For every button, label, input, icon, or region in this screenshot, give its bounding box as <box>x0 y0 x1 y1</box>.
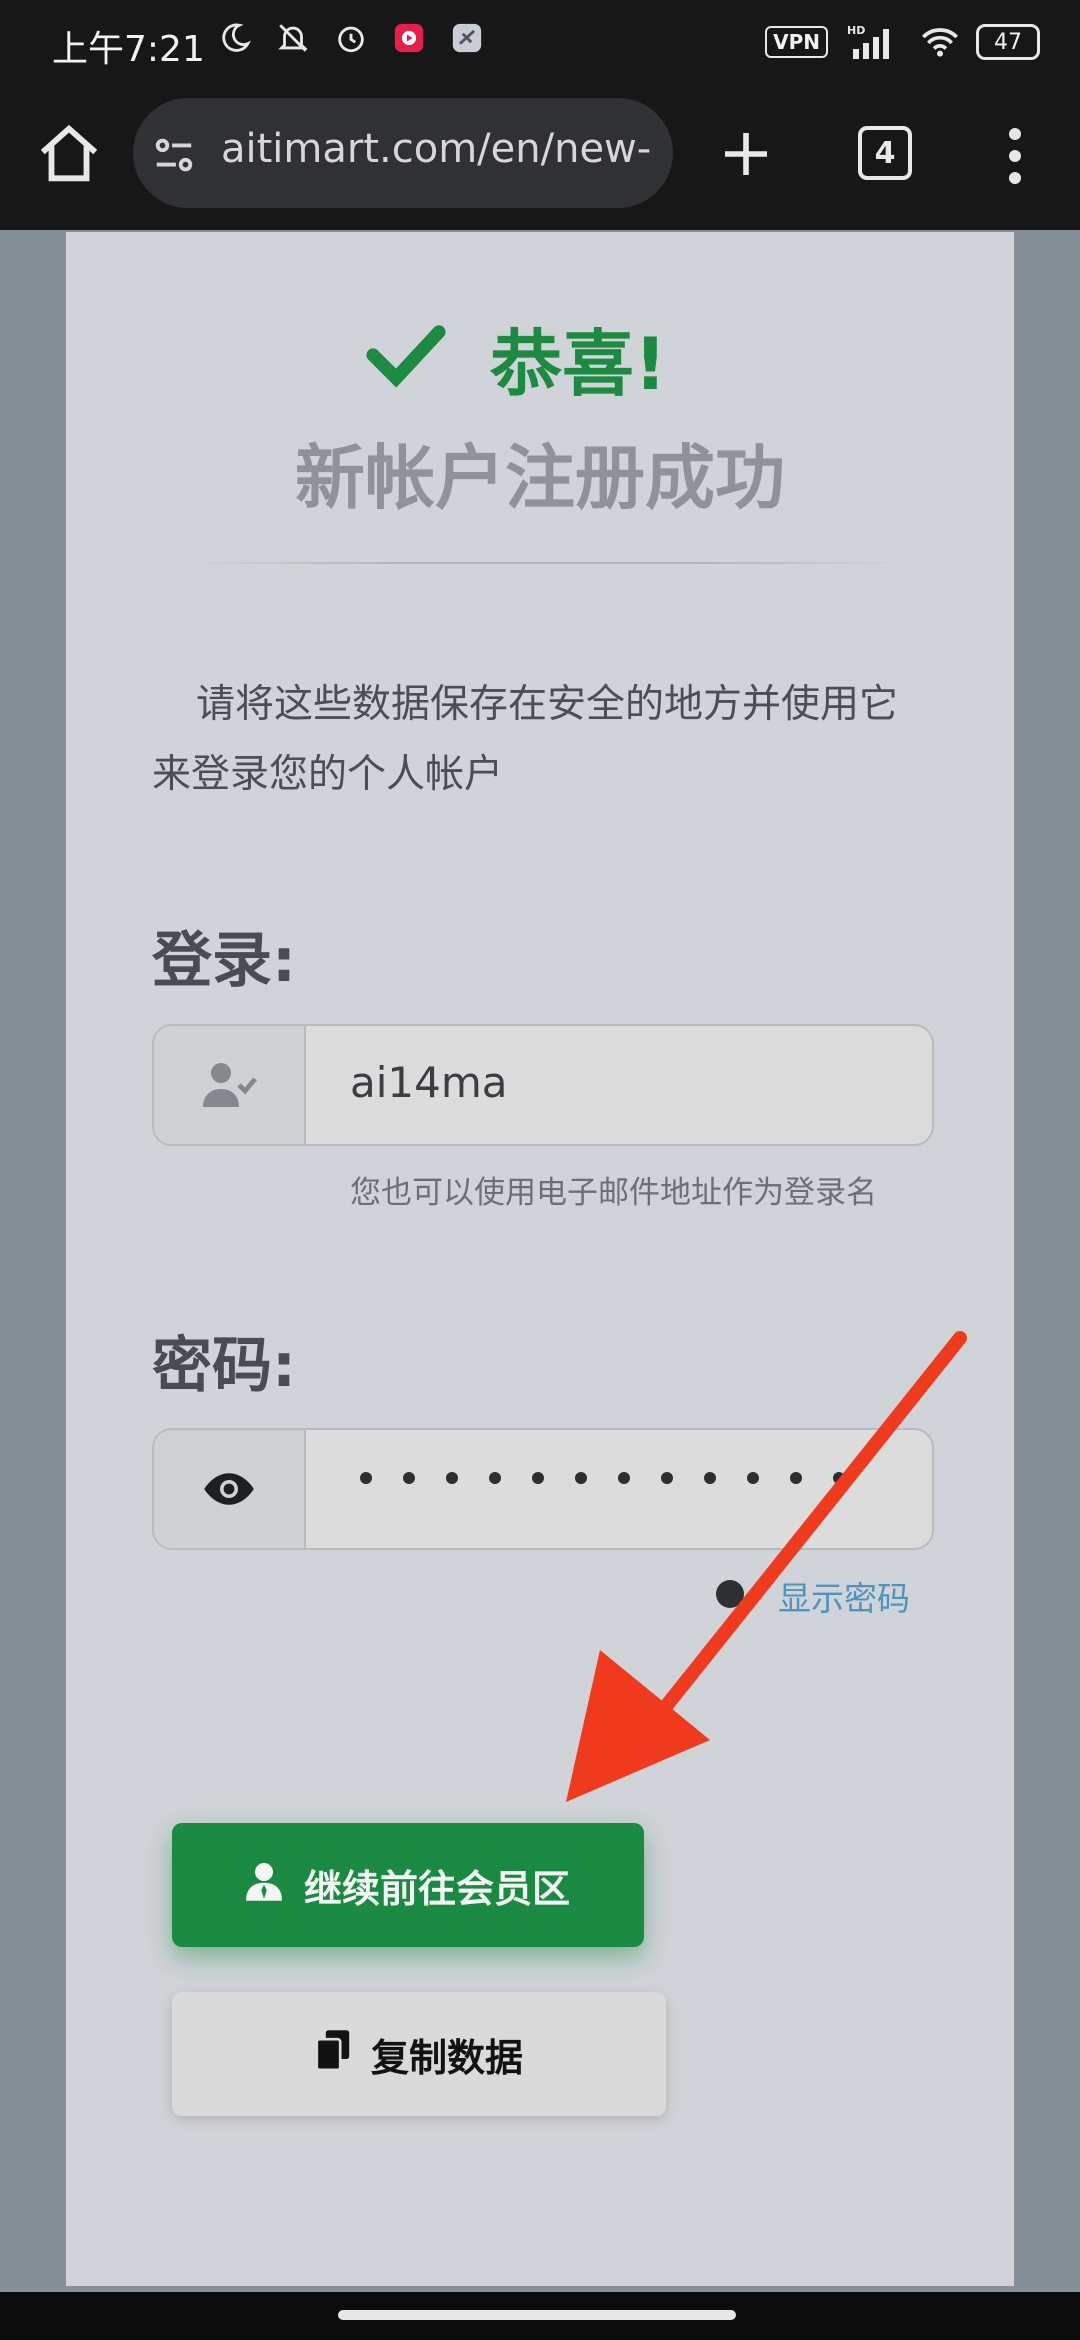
moon-icon <box>215 18 255 58</box>
copy-button-label: 复制数据 <box>370 2035 523 2080</box>
divider <box>186 562 906 564</box>
password-label: 密码: <box>152 1331 296 1401</box>
more-vert-icon[interactable] <box>1000 126 1030 186</box>
user-check-icon <box>154 1026 306 1144</box>
registration-success-card: 恭喜! 新帐户注册成功 请将这些数据保存在安全的地方并使用它来登录您的个人帐户 … <box>66 232 1014 2286</box>
copy-data-button[interactable]: 复制数据 <box>172 1992 666 2116</box>
alarm-icon <box>331 18 371 58</box>
user-icon <box>245 1861 282 1910</box>
login-field[interactable]: ai14ma <box>152 1024 934 1146</box>
app-icon <box>389 18 429 58</box>
plus-icon[interactable] <box>718 126 774 182</box>
address-bar[interactable]: aitimart.com/en/new- <box>133 98 673 208</box>
gesture-handle[interactable] <box>338 2310 736 2320</box>
site-settings-icon[interactable] <box>151 132 197 178</box>
copy-icon <box>315 2029 351 2079</box>
continue-button-label: 继续前往会员区 <box>303 1866 570 1911</box>
signal-icon: HD <box>844 22 904 62</box>
gesture-bar <box>0 2292 1080 2340</box>
status-time: 上午7:21 <box>52 29 205 70</box>
password-dot <box>446 1472 458 1484</box>
login-hint: 您也可以使用电子邮件地址作为登录名 <box>350 1175 877 1211</box>
password-dot <box>489 1472 501 1484</box>
success-title: 恭喜! <box>490 321 667 406</box>
status-icons-left <box>215 18 487 58</box>
password-dot <box>403 1472 415 1484</box>
home-icon[interactable] <box>34 120 104 190</box>
wifi-icon <box>920 22 960 62</box>
success-heading: 恭喜! <box>366 312 786 406</box>
intro-text: 请将这些数据保存在安全的地方并使用它来登录您的个人帐户 <box>152 682 899 797</box>
checkmark-icon <box>366 322 446 392</box>
continue-to-members-button[interactable]: 继续前往会员区 <box>172 1823 644 1947</box>
battery-icon: 47 <box>976 24 1040 60</box>
password-dot <box>360 1472 372 1484</box>
login-value[interactable]: ai14ma <box>350 1058 508 1107</box>
password-dot <box>532 1472 544 1484</box>
network-label: HD <box>847 24 865 37</box>
vpn-badge: VPN <box>765 26 828 58</box>
success-subtitle: 新帐户注册成功 <box>295 437 785 519</box>
app-icon-2 <box>447 18 487 58</box>
eye-icon[interactable] <box>154 1430 306 1548</box>
browser-toolbar: aitimart.com/en/new- 4 <box>0 90 1080 230</box>
annotation-arrow <box>560 1320 980 1820</box>
url-text[interactable]: aitimart.com/en/new- <box>221 126 661 182</box>
status-bar: 上午7:21 VPN HD 47 <box>0 0 1080 90</box>
status-icons-right: VPN HD 47 <box>765 22 1040 62</box>
tab-switcher-button[interactable]: 4 <box>858 126 912 180</box>
bell-off-icon <box>273 18 313 58</box>
login-label: 登录: <box>152 926 296 996</box>
